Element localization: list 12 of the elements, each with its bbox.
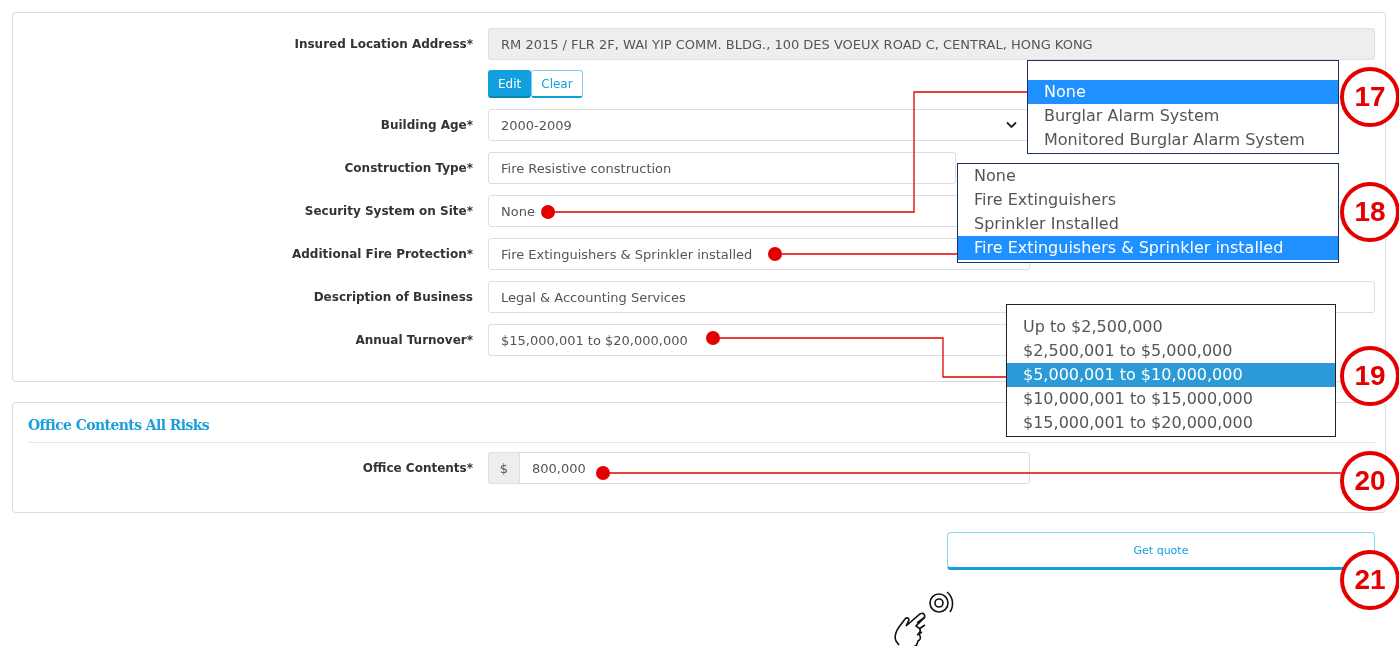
field-label: Additional Fire Protection* <box>291 246 473 263</box>
field-label: Annual Turnover* <box>354 332 473 349</box>
currency-prefix: $ <box>488 452 520 484</box>
section-title: Office Contents All Risks <box>28 416 210 435</box>
step-number-badge: 21 <box>1340 550 1399 610</box>
field-label: Office Contents* <box>361 460 473 477</box>
field-label: Description of Business <box>312 289 473 306</box>
field-label: Insured Location Address* <box>293 36 473 53</box>
field-label: Security System on Site* <box>303 203 473 220</box>
field-label: Building Age* <box>379 117 473 134</box>
step-number-badge: 19 <box>1340 346 1399 406</box>
field-label: Construction Type* <box>343 160 473 177</box>
